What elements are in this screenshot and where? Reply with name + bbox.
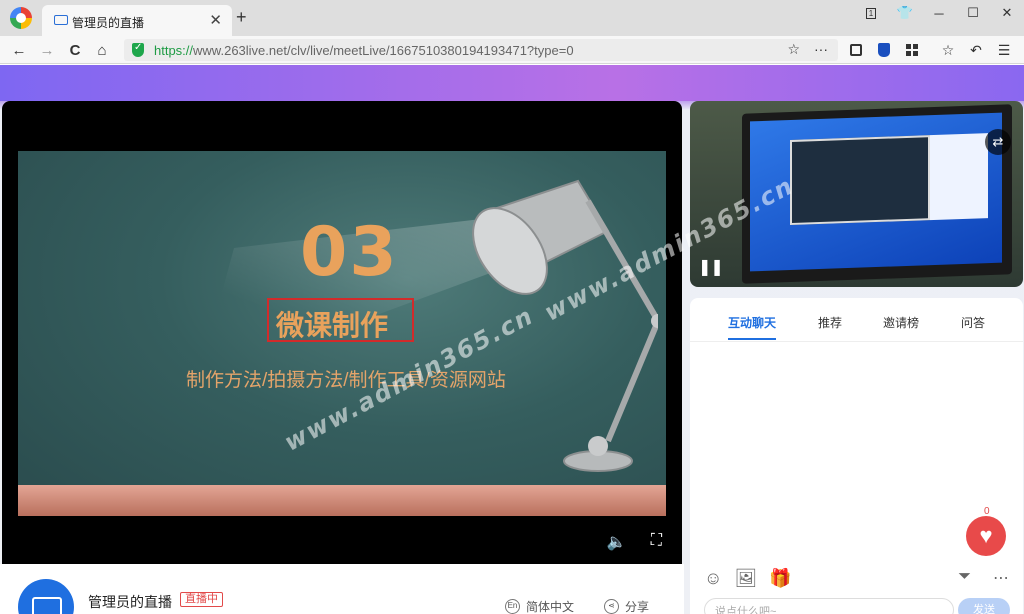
tab-interactive-chat[interactable]: 互动聊天	[728, 314, 776, 331]
language-label: 简体中文	[526, 600, 575, 614]
address-bar[interactable]: https://www.263live.net/clv/live/meetLiv…	[124, 39, 838, 61]
live-status-badge: 直播中	[180, 592, 223, 607]
volume-icon[interactable]: 🔈	[607, 532, 627, 552]
pause-icon[interactable]: ❚❚	[698, 257, 724, 277]
gift-icon[interactable]: 🎁	[769, 568, 791, 589]
chat-toolbar: ☺ 🖼 🎁	[704, 568, 792, 589]
main-video-player[interactable]: 03 微课制作 制作方法/拍摄方法/制作工具/资源网站 🔈 ⛶	[2, 101, 682, 564]
active-tab-indicator	[728, 338, 776, 340]
chat-panel: 互动聊天 推荐 邀请榜 问答 0 ♥ ☺ 🖼 🎁 ⏷ ⋯ 说点什么吧~ 发送	[690, 298, 1023, 614]
skin-icon[interactable]: 👕	[888, 0, 922, 26]
back-button[interactable]: ←	[8, 39, 30, 61]
host-info-bar: 管理员的直播 直播中 En 简体中文 ⋖ 分享	[0, 564, 684, 614]
url-text: https://www.263live.net/clv/live/meetLiv…	[154, 43, 574, 58]
language-icon: En	[505, 599, 520, 614]
fullscreen-icon[interactable]: ⛶	[651, 532, 662, 552]
home-button[interactable]: ⌂	[91, 39, 113, 61]
like-heart-button[interactable]: ♥	[966, 516, 1006, 556]
tab-count-button[interactable]: 1	[854, 0, 888, 26]
image-icon[interactable]: 🖼	[734, 568, 757, 589]
reading-mode-icon[interactable]	[846, 39, 866, 61]
slide-number: 03	[300, 213, 399, 292]
share-icon: ⋖	[604, 599, 619, 614]
close-window-button[interactable]: ✕	[990, 0, 1024, 26]
slide-title: 微课制作	[276, 310, 389, 341]
apps-grid-icon[interactable]	[902, 39, 922, 61]
send-button[interactable]: 发送	[958, 598, 1010, 614]
menu-icon[interactable]: ☰	[994, 39, 1014, 61]
share-button[interactable]: ⋖ 分享	[604, 598, 649, 614]
tab-title: 管理员的直播	[72, 16, 145, 30]
close-tab-icon[interactable]: ✕	[209, 11, 222, 29]
more-options-icon[interactable]: ⋯	[993, 568, 1009, 588]
window-controls: 1 👕 ─ ☐ ✕	[854, 0, 1024, 26]
maximize-button[interactable]: ☐	[956, 0, 990, 26]
chat-toolbar-right: ⏷ ⋯	[958, 568, 1009, 588]
language-switch[interactable]: En 简体中文	[505, 598, 574, 614]
tab-invite-ranking[interactable]: 邀请榜	[883, 314, 919, 331]
secure-shield-icon	[132, 42, 144, 57]
host-name: 管理员的直播	[88, 594, 172, 610]
browser-logo-icon	[10, 7, 32, 29]
monitor-in-video	[742, 104, 1012, 284]
reload-button[interactable]: C	[64, 39, 86, 61]
share-label: 分享	[625, 600, 650, 614]
bookmark-star-icon[interactable]: ☆	[787, 41, 800, 58]
live-tab-icon	[54, 15, 68, 25]
favorites-icon[interactable]: ☆	[938, 39, 958, 61]
forward-button[interactable]: →	[36, 39, 58, 61]
minimize-button[interactable]: ─	[922, 0, 956, 26]
filter-icon[interactable]: ⏷	[958, 568, 971, 588]
top-banner	[0, 65, 1024, 101]
presentation-slide: 03 微课制作 制作方法/拍摄方法/制作工具/资源网站	[18, 151, 666, 516]
live-page: 03 微课制作 制作方法/拍摄方法/制作工具/资源网站 🔈 ⛶ 管理员的直播 直…	[0, 65, 1024, 614]
browser-tab[interactable]: 管理员的直播 ✕	[42, 5, 232, 36]
player-controls: 🔈 ⛶	[607, 532, 662, 552]
browser-navbar: ← → C ⌂ https://www.263live.net/clv/live…	[0, 36, 1024, 64]
chat-tabs: 互动聊天 推荐 邀请榜 问答	[690, 298, 1023, 342]
security-shield-icon[interactable]	[874, 39, 894, 61]
new-tab-button[interactable]: +	[236, 7, 247, 28]
tab-qa[interactable]: 问答	[961, 314, 985, 331]
desk-lamp-illustration	[472, 179, 658, 472]
host-avatar[interactable]	[18, 579, 74, 614]
browser-toolbar: ☆ ↶ ☰	[846, 39, 1014, 61]
emoji-icon[interactable]: ☺	[704, 568, 722, 589]
tab-recommend[interactable]: 推荐	[818, 314, 842, 331]
swap-video-button[interactable]: ⇄	[985, 129, 1011, 155]
browser-tabbar: 管理员的直播 ✕ + 1 👕 ─ ☐ ✕	[0, 0, 1024, 36]
undo-icon[interactable]: ↶	[966, 39, 986, 61]
chat-input[interactable]: 说点什么吧~	[704, 598, 954, 614]
more-icon[interactable]: ···	[814, 41, 828, 58]
camera-video[interactable]: ⇄ ❚❚	[690, 101, 1023, 287]
